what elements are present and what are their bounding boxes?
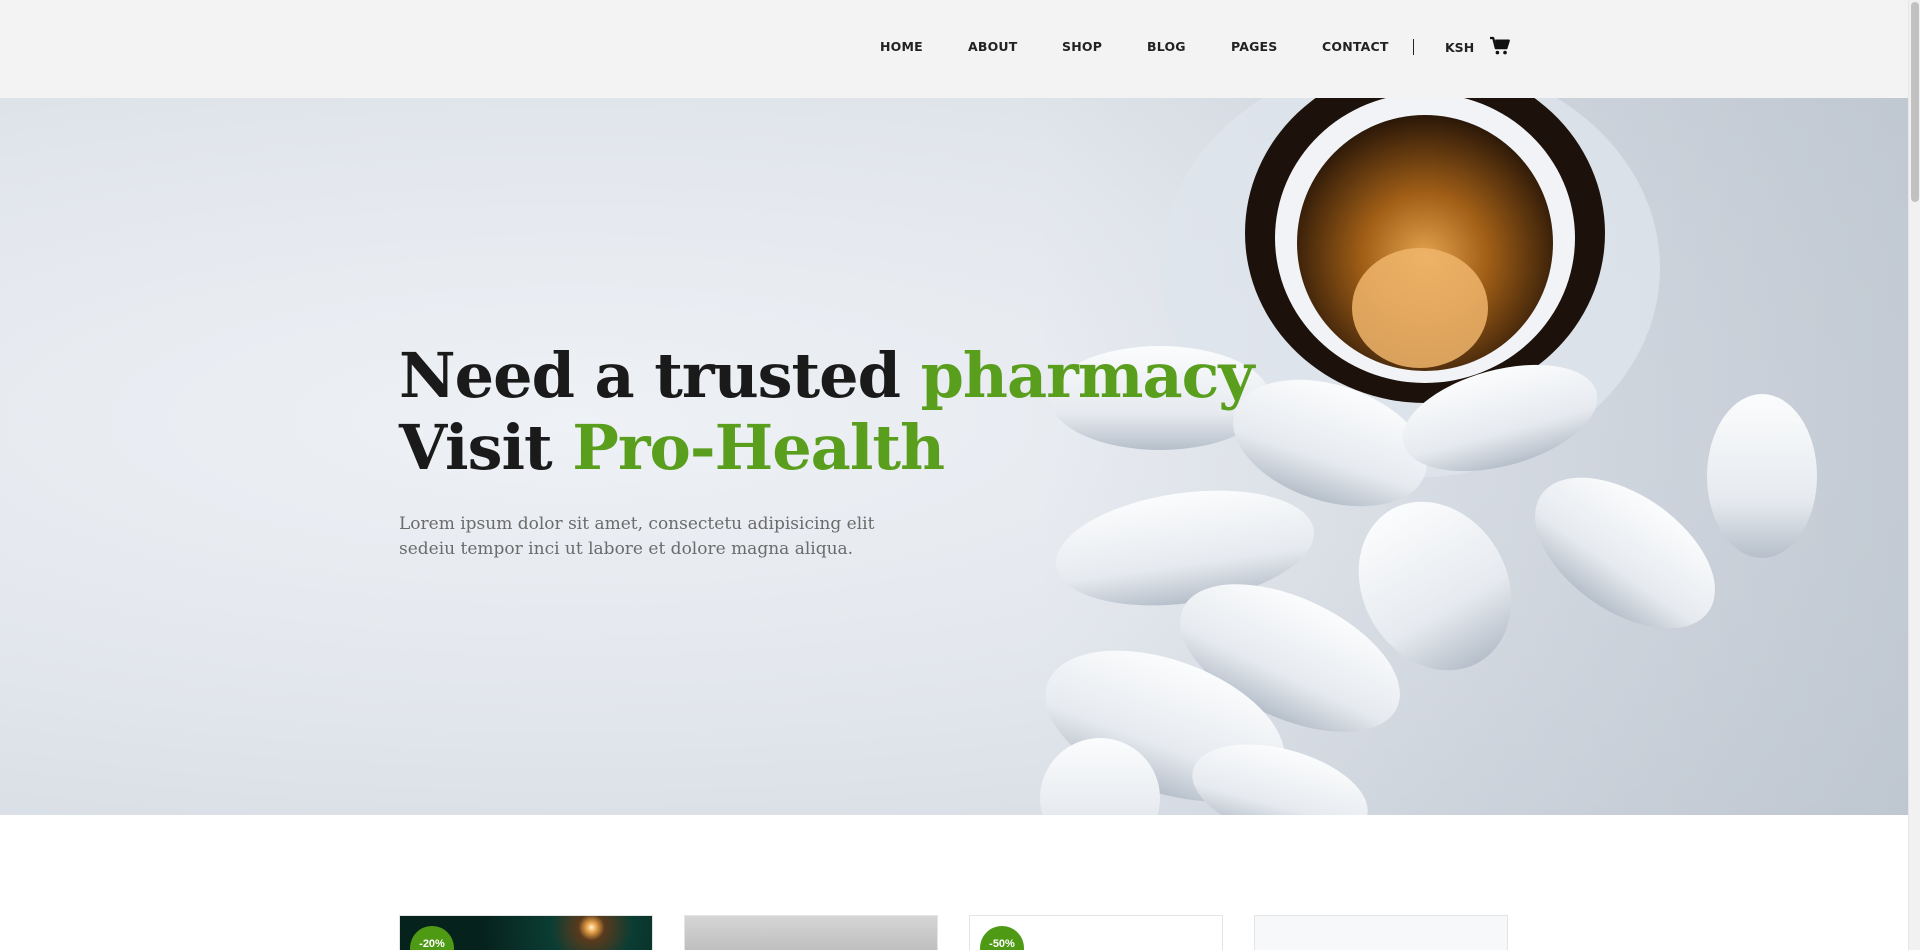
- hero-heading-accent-brand: Pro-Health: [572, 411, 945, 484]
- page-scrollbar[interactable]: [1908, 0, 1920, 950]
- product-card[interactable]: [1254, 915, 1508, 950]
- hero-heading-accent-pharmacy: pharmacy: [920, 339, 1255, 412]
- hero-heading: Need a trusted pharmacy Visit Pro-Health: [399, 339, 1255, 484]
- hero-heading-line2-text: Visit: [399, 411, 573, 484]
- hero-banner: Need a trusted pharmacy Visit Pro-Health…: [0, 98, 1908, 815]
- currency-selector[interactable]: KSH: [1445, 40, 1474, 55]
- hero-description: Lorem ipsum dolor sit amet, consectetu a…: [399, 514, 875, 559]
- nav-contact[interactable]: CONTACT: [1322, 39, 1389, 54]
- nav-about[interactable]: ABOUT: [968, 39, 1018, 54]
- nav-home[interactable]: HOME: [880, 39, 923, 54]
- product-card[interactable]: -50%: [969, 915, 1223, 950]
- product-card[interactable]: [684, 915, 938, 950]
- nav-divider: [1413, 39, 1414, 55]
- hero-heading-line1-text: Need a trusted: [399, 339, 921, 412]
- hero-heading-line1: Need a trusted pharmacy: [399, 339, 1255, 412]
- nav-shop[interactable]: SHOP: [1062, 39, 1102, 54]
- site-header: HOME ABOUT SHOP BLOG PAGES CONTACT KSH: [0, 0, 1908, 98]
- discount-badge: -50%: [980, 926, 1024, 950]
- hero-heading-line2: Visit Pro-Health: [399, 411, 945, 484]
- page: HOME ABOUT SHOP BLOG PAGES CONTACT KSH N…: [0, 0, 1908, 950]
- nav-pages[interactable]: PAGES: [1231, 39, 1278, 54]
- shopping-cart-icon[interactable]: [1489, 36, 1511, 56]
- product-card[interactable]: -20%: [399, 915, 653, 950]
- discount-badge: -20%: [410, 926, 454, 950]
- nav-blog[interactable]: BLOG: [1147, 39, 1186, 54]
- scrollbar-thumb[interactable]: [1911, 2, 1919, 202]
